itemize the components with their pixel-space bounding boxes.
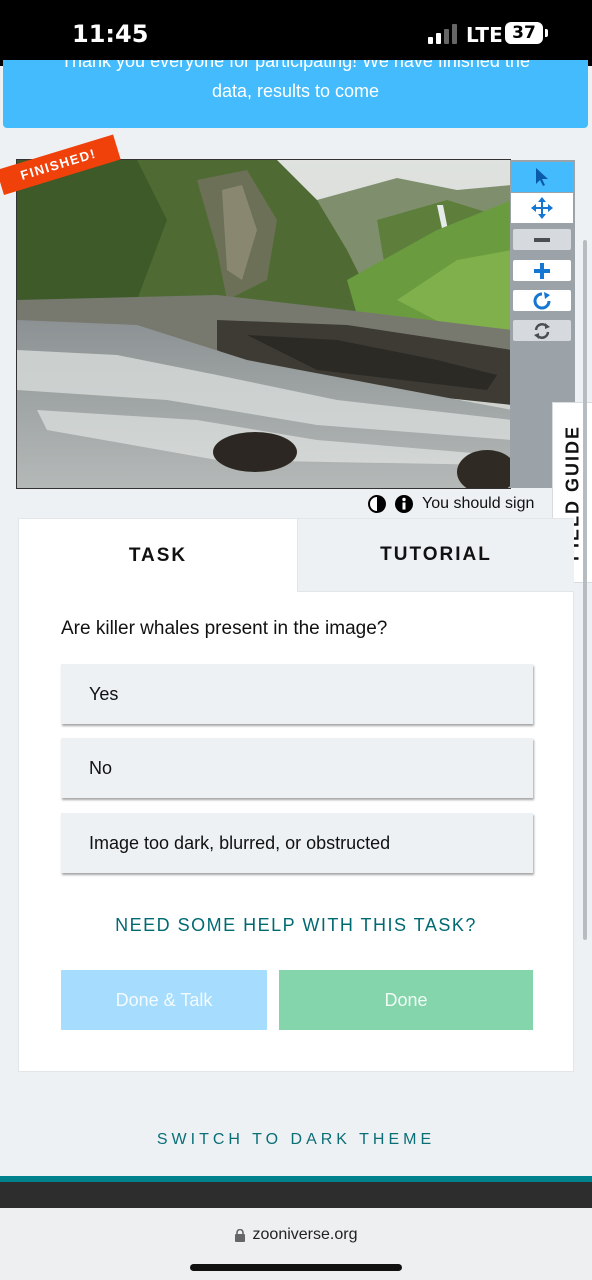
reset-icon bbox=[534, 322, 550, 339]
network-label: LTE bbox=[466, 23, 503, 47]
zoom-out-icon bbox=[534, 237, 550, 242]
subject-image[interactable] bbox=[16, 159, 511, 489]
task-panel: TASK TUTORIAL Are killer whales present … bbox=[18, 518, 574, 1072]
info-icon[interactable] bbox=[395, 495, 413, 513]
signal-icon bbox=[428, 24, 458, 44]
url-display[interactable]: zooniverse.org bbox=[0, 1226, 592, 1244]
announcement-line-2: data, results to come bbox=[211, 81, 380, 101]
rotate-icon bbox=[533, 291, 551, 309]
switch-theme-link[interactable]: SWITCH TO DARK THEME bbox=[0, 1131, 592, 1149]
url-text: zooniverse.org bbox=[252, 1226, 358, 1243]
announcement-line-1: Thank you everyone for participating! We… bbox=[61, 60, 530, 71]
tab-task[interactable]: TASK bbox=[19, 519, 297, 592]
tab-tutorial[interactable]: TUTORIAL bbox=[297, 519, 574, 592]
browser-address-bar[interactable]: zooniverse.org bbox=[0, 1208, 592, 1280]
battery-nub bbox=[545, 29, 548, 37]
task-question: Are killer whales present in the image? bbox=[61, 618, 388, 639]
announcement-banner: Thank you everyone for participating! We… bbox=[3, 60, 588, 128]
answer-obstructed-button[interactable]: Image too dark, blurred, or obstructed bbox=[61, 813, 533, 873]
done-and-talk-button[interactable]: Done & Talk bbox=[61, 970, 267, 1030]
battery-icon: 37 bbox=[505, 22, 543, 44]
zoom-in-icon bbox=[534, 262, 550, 279]
answer-no-button[interactable]: No bbox=[61, 738, 533, 798]
status-bar: 11:45 LTE 37 bbox=[0, 0, 592, 66]
pointer-icon bbox=[536, 168, 548, 186]
move-button[interactable] bbox=[511, 193, 573, 223]
answer-yes-button[interactable]: Yes bbox=[61, 664, 533, 724]
move-icon bbox=[531, 197, 553, 219]
subject-meta-row: You should sign bbox=[368, 492, 534, 516]
zoom-in-button[interactable] bbox=[513, 260, 571, 281]
page-scrollbar[interactable] bbox=[583, 240, 587, 940]
sign-in-prompt[interactable]: You should sign bbox=[422, 495, 534, 513]
done-button[interactable]: Done bbox=[279, 970, 533, 1030]
home-indicator[interactable] bbox=[190, 1264, 402, 1271]
rotate-button[interactable] bbox=[513, 290, 571, 311]
status-time: 11:45 bbox=[72, 20, 149, 48]
contrast-icon[interactable] bbox=[368, 495, 386, 513]
pointer-button[interactable] bbox=[511, 162, 573, 192]
lock-icon bbox=[234, 1228, 245, 1242]
zoom-out-button[interactable] bbox=[513, 229, 571, 250]
reset-button[interactable] bbox=[513, 320, 571, 341]
task-help-link[interactable]: NEED SOME HELP WITH THIS TASK? bbox=[19, 915, 573, 936]
